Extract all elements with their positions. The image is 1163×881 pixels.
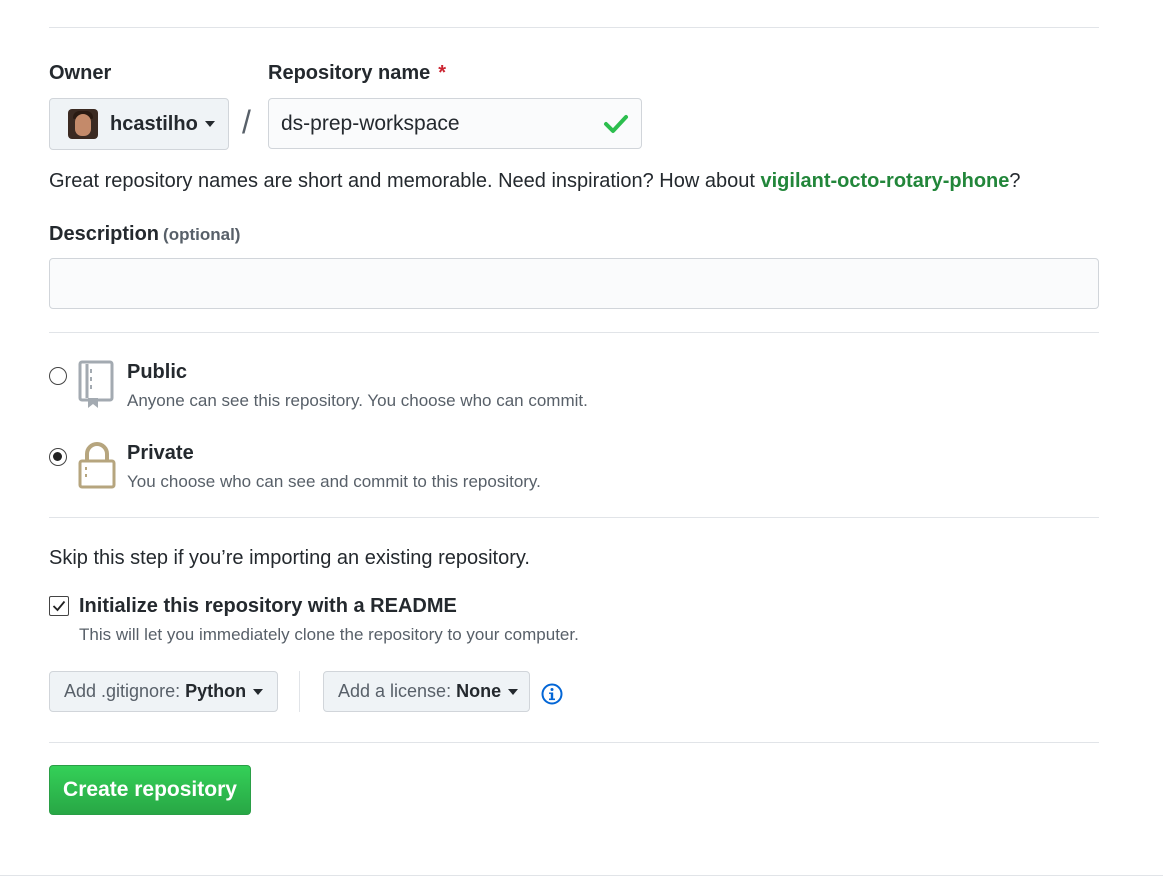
description-label: Description (optional) [49,223,240,246]
owner-label: Owner [49,62,112,84]
info-icon[interactable] [541,683,563,705]
repo-name-value[interactable]: ds-prep-workspace [281,112,603,136]
gitignore-prefix: Add .gitignore: [64,681,181,701]
required-mark: * [438,62,447,84]
readme-checkbox[interactable] [49,596,69,616]
divider-init [49,517,1099,518]
license-prefix: Add a license: [338,681,452,701]
create-repository-button[interactable]: Create repository [49,765,251,815]
description-label-text: Description [49,223,160,245]
repo-icon [78,360,114,408]
readme-description: This will let you immediately clone the … [79,625,579,644]
repo-name-hint: Great repository names are short and mem… [49,170,1021,193]
footer-divider [0,875,1163,876]
chevron-down-icon [253,688,264,695]
private-description: You choose who can see and commit to thi… [127,472,541,491]
public-description: Anyone can see this repository. You choo… [127,391,588,410]
skip-step-text: Skip this step if you’re importing an ex… [49,547,530,569]
license-value: None [456,681,502,701]
private-title: Private [127,442,194,464]
vertical-divider [299,671,300,712]
license-select-button[interactable]: Add a license: None [323,671,530,712]
check-icon [604,114,628,133]
divider-visibility [49,332,1099,333]
optional-tag: (optional) [163,225,241,244]
divider-submit [49,742,1099,743]
owner-select-button[interactable]: hcastilho [49,98,229,150]
avatar [68,109,98,139]
top-divider [49,27,1099,28]
lock-icon [78,442,116,489]
public-radio[interactable] [49,367,67,385]
check-icon [52,600,66,612]
gitignore-select-button[interactable]: Add .gitignore: Python [49,671,278,712]
repo-name-label-text: Repository name [268,62,431,84]
repo-name-input[interactable]: ds-prep-workspace [268,98,642,149]
suggested-name-link[interactable]: vigilant-octo-rotary-phone [760,170,1009,192]
description-input[interactable] [49,258,1099,309]
readme-label[interactable]: Initialize this repository with a README [79,595,457,618]
private-radio[interactable] [49,448,67,466]
owner-repo-separator: / [242,104,251,140]
hint-text: Great repository names are short and mem… [49,170,761,192]
chevron-down-icon [204,121,215,127]
hint-suffix: ? [1009,170,1021,192]
public-title: Public [127,361,188,383]
owner-name: hcastilho [110,112,198,135]
gitignore-value: Python [185,681,247,701]
chevron-down-icon [508,688,519,695]
repo-name-label: Repository name * [268,62,446,85]
